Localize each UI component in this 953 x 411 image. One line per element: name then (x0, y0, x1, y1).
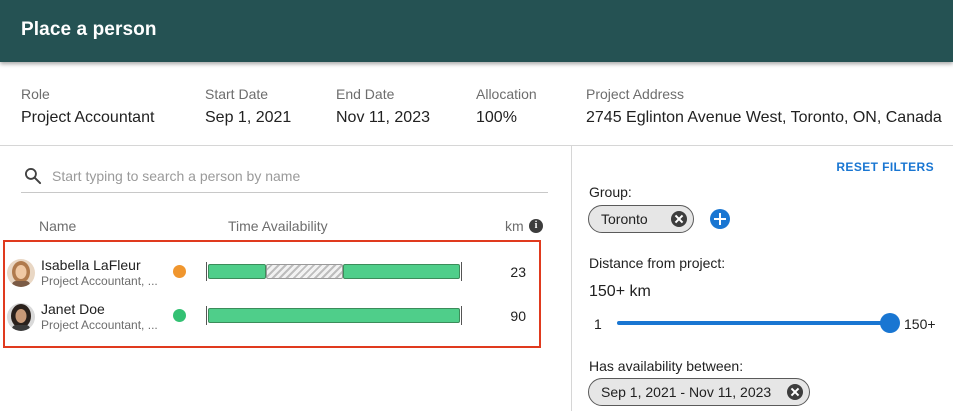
vertical-divider (571, 146, 572, 411)
group-chip[interactable]: Toronto (588, 205, 694, 233)
availability-segment-available (208, 264, 266, 279)
availability-chip-label: Sep 1, 2021 - Nov 11, 2023 (601, 384, 772, 400)
close-icon[interactable] (787, 384, 803, 400)
availability-bar (206, 306, 462, 325)
availability-start-tick (206, 262, 207, 281)
search-icon (25, 168, 42, 185)
role-value: Project Accountant (21, 109, 155, 126)
allocation-info: Allocation 100% (476, 86, 537, 127)
search-field[interactable] (21, 160, 548, 193)
slider-min-label: 1 (594, 316, 602, 332)
address-value: 2745 Eglinton Avenue West, Toronto, ON, … (586, 109, 942, 126)
status-dot (173, 309, 186, 322)
distance-km: 90 (510, 308, 526, 324)
availability-filter-label: Has availability between: (589, 358, 744, 374)
availability-end-tick (461, 306, 462, 325)
person-name[interactable]: Janet Doe (41, 301, 105, 317)
column-header-name[interactable]: Name (39, 218, 76, 234)
group-chip-label: Toronto (601, 211, 648, 227)
distance-km: 23 (510, 264, 526, 280)
avatar (7, 303, 35, 331)
app-header: Place a person (0, 0, 953, 62)
person-row[interactable]: Janet Doe Project Accountant, ... 90 (0, 296, 571, 340)
end-date-value: Nov 11, 2023 (336, 109, 430, 126)
allocation-value: 100% (476, 109, 517, 126)
slider-max-label: 150+ (904, 316, 936, 332)
column-header-km[interactable]: km (505, 218, 524, 234)
availability-bar (206, 262, 462, 281)
page-title: Place a person (21, 19, 157, 40)
add-group-button[interactable] (710, 209, 730, 229)
person-role: Project Accountant, ... (41, 318, 158, 332)
role-info: Role Project Accountant (21, 86, 154, 127)
horizontal-divider (0, 145, 953, 146)
person-row[interactable]: Isabella LaFleur Project Accountant, ...… (0, 252, 571, 296)
start-date-value: Sep 1, 2021 (205, 109, 292, 126)
availability-segment-available (343, 264, 460, 279)
project-info: Role Project Accountant Start Date Sep 1… (0, 86, 953, 136)
availability-segment-unavailable (266, 264, 343, 279)
close-icon[interactable] (671, 211, 687, 227)
column-header-time-availability[interactable]: Time Availability (228, 218, 328, 234)
availability-segment-available (208, 308, 460, 323)
reset-filters-button[interactable]: RESET FILTERS (800, 160, 934, 174)
allocation-label: Allocation (476, 86, 537, 102)
end-date-info: End Date Nov 11, 2023 (336, 86, 430, 127)
info-icon[interactable]: i (529, 219, 543, 233)
availability-end-tick (461, 262, 462, 281)
address-label: Project Address (586, 86, 685, 102)
search-input[interactable] (52, 165, 532, 187)
distance-value: 150+ km (589, 283, 651, 300)
person-name[interactable]: Isabella LaFleur (41, 257, 141, 273)
distance-slider-track[interactable] (617, 321, 891, 325)
end-date-label: End Date (336, 86, 395, 102)
status-dot (173, 265, 186, 278)
person-role: Project Accountant, ... (41, 274, 158, 288)
avatar (7, 259, 35, 287)
role-label: Role (21, 86, 50, 102)
availability-start-tick (206, 306, 207, 325)
distance-slider-thumb[interactable] (880, 313, 900, 333)
address-info: Project Address 2745 Eglinton Avenue Wes… (586, 86, 942, 127)
group-filter-label: Group: (589, 184, 632, 200)
distance-filter-label: Distance from project: (589, 255, 726, 271)
availability-chip[interactable]: Sep 1, 2021 - Nov 11, 2023 (588, 378, 810, 406)
start-date-label: Start Date (205, 86, 269, 102)
start-date-info: Start Date Sep 1, 2021 (205, 86, 291, 127)
